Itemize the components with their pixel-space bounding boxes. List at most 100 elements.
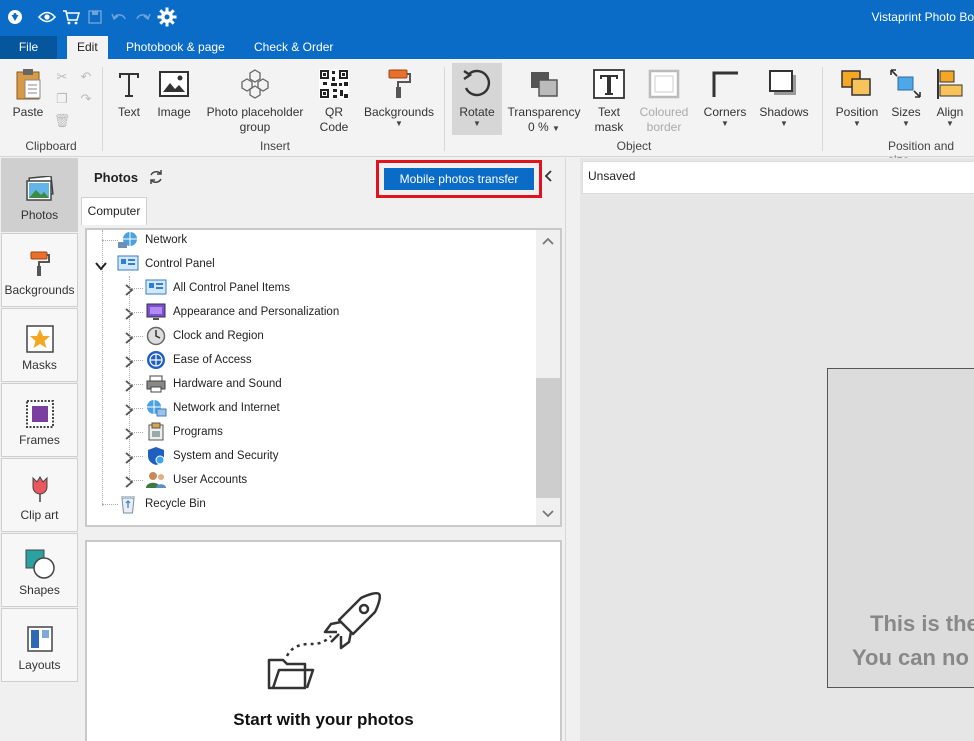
text-mask-label-1: Text [597,105,620,119]
qr-code-button[interactable]: QR Code [316,67,352,135]
scroll-thumb[interactable] [536,378,560,498]
placeholder-label-2: group [239,120,271,134]
sizes-label: Sizes [891,105,921,119]
redo-small-icon[interactable]: ↷ [78,91,94,107]
tree-item-control-panel[interactable]: Control Panel [117,254,215,274]
delete-icon[interactable]: 🗑 [54,113,71,129]
transparency-button[interactable]: Transparency 0 % ▼ [508,67,580,135]
preview-eye-icon[interactable] [36,6,58,28]
collapsed-chevron-icon[interactable] [123,428,135,440]
menu-file[interactable]: File [0,36,57,59]
photos-icon [25,175,55,203]
coloured-border-label-2: border [646,120,682,134]
collapsed-chevron-icon[interactable] [123,452,135,464]
tree-item-clock-region[interactable]: Clock and Region [145,326,264,346]
collapsed-chevron-icon[interactable] [123,332,135,344]
settings-gear-icon[interactable] [156,6,178,28]
menu-edit[interactable]: Edit [67,36,108,59]
tree-item-hardware-sound[interactable]: Hardware and Sound [145,374,282,394]
left-sidebar: Photos Backgrounds Masks Frames Clip art… [0,158,79,741]
tree-guide [102,504,118,505]
expanded-chevron-icon[interactable] [95,260,107,272]
save-icon[interactable] [84,6,106,28]
tree-item-network[interactable]: Network [117,230,187,250]
backgrounds-button[interactable]: Backgrounds ▼ [362,67,436,128]
tree-guide [129,456,143,457]
sidebar-item-frames[interactable]: Frames [1,383,78,457]
collapse-panel-chevron-icon[interactable] [544,170,556,184]
shadows-caret-icon: ▼ [780,119,788,128]
tree-scrollbar[interactable] [536,230,560,525]
tree-item-recycle-bin[interactable]: Recycle Bin [117,494,206,514]
layouts-icon [25,625,55,653]
cut-icon[interactable]: ✂ [54,69,70,85]
tree-item-appearance[interactable]: Appearance and Personalization [145,302,339,322]
photos-panel: Photos Mobile photos transfer Computer N… [80,158,566,741]
placeholder-label-1: Photo placeholder [206,105,304,119]
mobile-photos-transfer-button[interactable]: Mobile photos transfer [384,168,534,190]
sizes-caret-icon: ▼ [902,119,910,128]
transparency-icon [526,67,562,101]
align-icon [932,67,968,101]
undo-small-icon[interactable]: ↶ [78,69,94,85]
app-title: Vistaprint Photo Bo [871,10,974,24]
align-button[interactable]: Align ▼ [932,67,968,128]
tree-item-system-security[interactable]: System and Security [145,446,278,466]
sidebar-item-shapes[interactable]: Shapes [1,533,78,607]
sidebar-item-clip-art[interactable]: Clip art [1,458,78,532]
coloured-border-button[interactable]: Coloured border [636,67,692,135]
sidebar-item-masks[interactable]: Masks [1,308,78,382]
tree-item-ease-of-access[interactable]: Ease of Access [145,350,252,370]
text-label: Text [117,105,140,119]
collapsed-chevron-icon[interactable] [123,404,135,416]
tab-computer[interactable]: Computer [81,197,147,225]
tree-item-network-internet[interactable]: Network and Internet [145,398,280,418]
cart-icon[interactable] [60,6,82,28]
sidebar-item-photos[interactable]: Photos [1,158,78,232]
scroll-down-icon[interactable] [542,507,554,519]
insert-image-button[interactable]: Image [155,67,193,120]
clock-icon [145,326,167,346]
sidebar-item-layouts[interactable]: Layouts [1,608,78,682]
collapsed-chevron-icon[interactable] [123,476,135,488]
collapsed-chevron-icon[interactable] [123,356,135,368]
photo-drop-zone[interactable]: Start with your photos [85,540,562,741]
menu-photobook-page[interactable]: Photobook & page [116,36,235,59]
copy-icon[interactable]: ❐ [54,91,70,107]
tree-item-programs[interactable]: Programs [145,422,223,442]
refresh-icon[interactable] [148,169,164,185]
text-mask-button[interactable]: Text mask [590,67,628,135]
redo-icon[interactable] [132,6,154,28]
rotate-button[interactable]: Rotate ▼ [456,67,498,128]
position-button[interactable]: Position ▼ [834,67,880,128]
scroll-up-icon[interactable] [542,236,554,248]
photo-placeholder-group-button[interactable]: Photo placeholder group [205,67,305,135]
tree-item-all-control-panel-items[interactable]: All Control Panel Items [145,278,290,298]
photobook-page[interactable]: This is the You can no [827,368,974,688]
corners-button[interactable]: Corners ▼ [702,67,748,128]
sidebar-shapes-label: Shapes [19,583,60,597]
undo-icon[interactable] [108,6,130,28]
sidebar-item-backgrounds[interactable]: Backgrounds [1,233,78,307]
collapsed-chevron-icon[interactable] [123,308,135,320]
paste-button[interactable]: Paste [10,67,46,120]
text-t-icon [111,67,147,101]
recycle-bin-icon [117,494,139,514]
page-placeholder-text-2: You can no [852,645,969,670]
transparency-value[interactable]: 0 % ▼ [528,120,560,135]
shadows-icon [766,67,802,101]
tree-item-user-accounts[interactable]: User Accounts [145,470,247,490]
transparency-value-text: 0 % [528,120,549,134]
shield-icon [145,446,167,466]
sizes-button[interactable]: Sizes ▼ [888,67,924,128]
tree-label: Appearance and Personalization [173,306,340,318]
collapsed-chevron-icon[interactable] [123,380,135,392]
image-label: Image [157,105,191,119]
insert-text-button[interactable]: Text [112,67,146,120]
ribbon-separator [444,67,445,151]
shadows-button[interactable]: Shadows ▼ [758,67,810,128]
menu-check-order[interactable]: Check & Order [244,36,343,59]
tree-guide [129,312,143,313]
collapsed-chevron-icon[interactable] [123,284,135,296]
paint-roller-icon [381,67,417,101]
